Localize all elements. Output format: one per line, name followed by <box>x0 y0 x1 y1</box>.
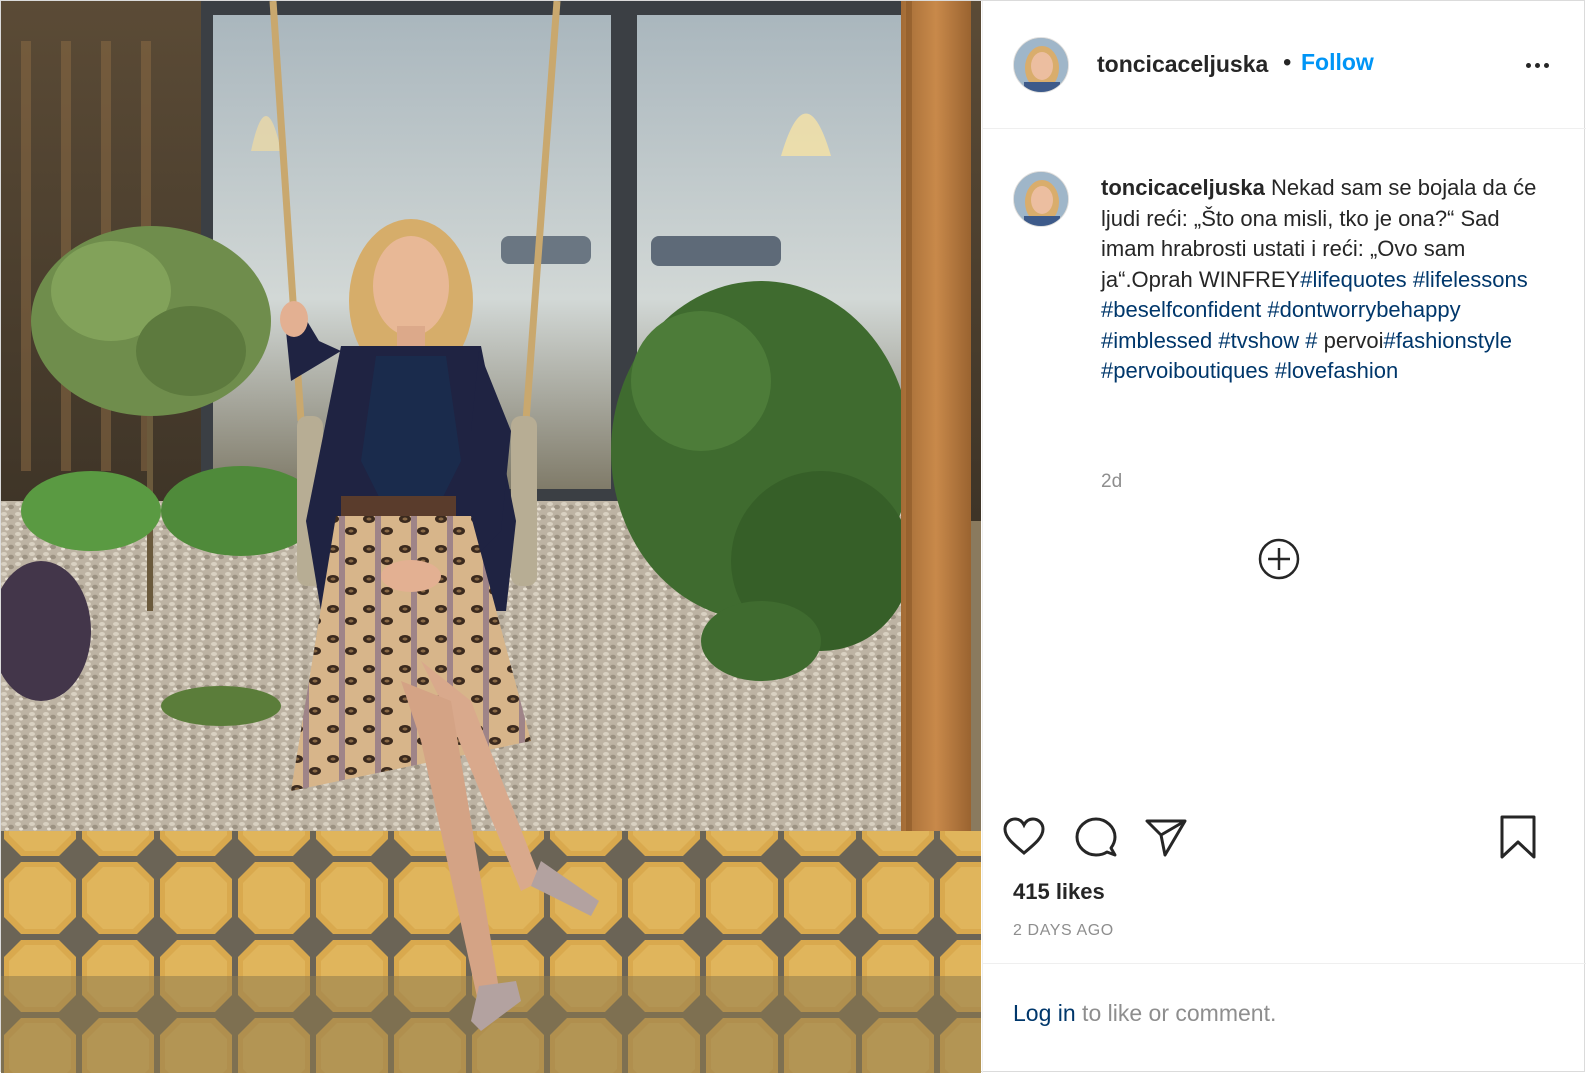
follow-button[interactable]: Follow <box>1301 49 1374 76</box>
photo-illustration <box>1 1 981 1073</box>
hashtag-link[interactable]: #lifelessons <box>1413 267 1528 292</box>
hashtag-link[interactable]: #beselfconfident <box>1101 297 1261 322</box>
post-caption: toncicaceljuska Nekad sam se bojala da ć… <box>1101 173 1541 387</box>
hashtag-link[interactable]: #lifequotes <box>1300 267 1406 292</box>
comment-glyph <box>1075 817 1117 857</box>
paper-plane-icon[interactable] <box>1141 811 1191 863</box>
login-prompt: Log in to like or comment. <box>1013 1000 1276 1027</box>
like-count[interactable]: 415 likes <box>1013 879 1105 905</box>
hashtag-link[interactable]: #imblessed <box>1101 328 1212 353</box>
hashtag-link[interactable]: #dontworrybehappy <box>1267 297 1460 322</box>
bookmark-icon[interactable] <box>1493 811 1543 863</box>
comment-footer: Log in to like or comment. <box>983 963 1586 1074</box>
separator-dot: • <box>1283 49 1292 76</box>
hashtag-link[interactable]: #pervoiboutiques <box>1101 358 1269 383</box>
login-link[interactable]: Log in <box>1013 1000 1076 1026</box>
caption-age[interactable]: 2d <box>1101 471 1122 493</box>
plus-circle-icon[interactable] <box>1257 537 1301 581</box>
hashtag-link[interactable]: #lovefashion <box>1275 358 1399 383</box>
more-dot <box>1543 62 1549 68</box>
paper-plane-glyph <box>1145 819 1187 857</box>
bookmark-glyph <box>1500 815 1536 859</box>
more-dot <box>1525 62 1531 68</box>
caption-username[interactable]: toncicaceljuska <box>1101 175 1265 200</box>
avatar-image <box>1014 38 1068 92</box>
post-side-panel: toncicaceljuska • Follow toncicaceljuska… <box>982 1 1586 1073</box>
hashtag-link[interactable]: #tvshow <box>1218 328 1299 353</box>
hashtag-link[interactable]: #fashionstyle <box>1384 328 1512 353</box>
plus-circle-glyph <box>1258 538 1300 580</box>
more-options-icon[interactable] <box>1519 47 1555 83</box>
caption-text-fragment: pervoi <box>1323 327 1384 353</box>
action-bar <box>983 811 1586 871</box>
comment-icon[interactable] <box>1071 811 1121 863</box>
post-header: toncicaceljuska • Follow <box>983 1 1586 129</box>
post-photo[interactable] <box>1 1 981 1073</box>
avatar[interactable] <box>1013 37 1069 93</box>
hashtag-link[interactable]: # <box>1305 328 1317 353</box>
avatar-image <box>1014 172 1068 226</box>
more-dot <box>1534 62 1540 68</box>
heart-glyph <box>1003 817 1045 855</box>
caption-avatar[interactable] <box>1013 171 1069 227</box>
username-link[interactable]: toncicaceljuska <box>1097 51 1268 78</box>
heart-icon[interactable] <box>999 811 1049 863</box>
post-timestamp[interactable]: 2 DAYS AGO <box>1013 922 1114 940</box>
login-prompt-text: to like or comment. <box>1075 1000 1277 1026</box>
instagram-post: toncicaceljuska • Follow toncicaceljuska… <box>0 0 1586 1073</box>
